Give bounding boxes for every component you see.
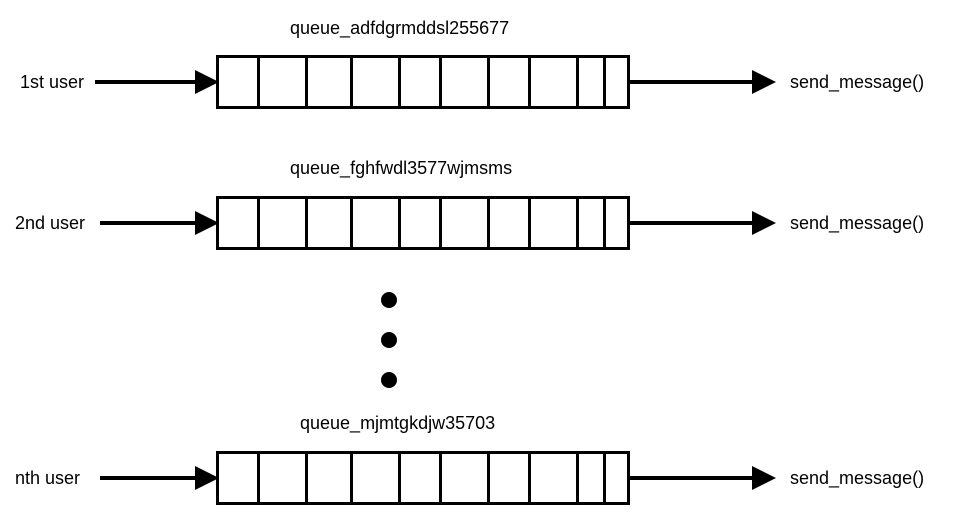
queue-label-3: queue_mjmtgkdjw35703 [300,413,495,434]
queue-box-2 [216,196,630,250]
ellipsis-dot [381,292,397,308]
send-label-1: send_message() [790,72,924,93]
user-label-1: 1st user [20,72,84,93]
queue-label-1: queue_adfdgrmddsl255677 [290,18,509,39]
queue-label-2: queue_fghfwdl3577wjmsms [290,158,512,179]
send-label-3: send_message() [790,468,924,489]
queue-box-1 [216,55,630,109]
queue-box-3 [216,451,630,505]
ellipsis-dot [381,332,397,348]
send-label-2: send_message() [790,213,924,234]
user-label-2: 2nd user [15,213,85,234]
user-label-3: nth user [15,468,80,489]
ellipsis-dot [381,372,397,388]
